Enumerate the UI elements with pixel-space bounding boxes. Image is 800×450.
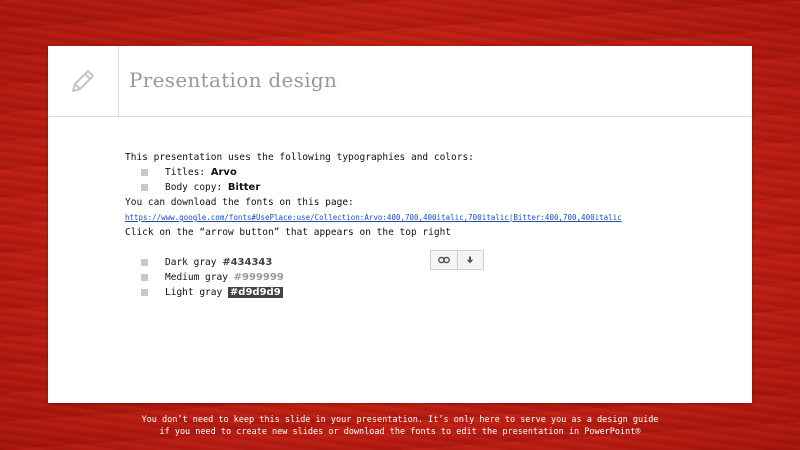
- bullet-square: [141, 259, 148, 266]
- color-item-medium-gray: Medium gray #999999: [125, 270, 622, 285]
- font-item-titles: Titles: Arvo: [125, 165, 622, 180]
- icon-box: [48, 46, 119, 116]
- intro-text: This presentation uses the following typ…: [125, 152, 474, 163]
- bullet-square: [141, 169, 148, 176]
- font-item-body: Body copy: Bitter: [125, 180, 622, 195]
- link-icon: [437, 256, 450, 264]
- arrow-instruction: Click on the “arrow button” that appears…: [125, 227, 452, 238]
- color-label: Medium gray: [165, 272, 234, 283]
- link-button[interactable]: [431, 251, 457, 269]
- pencil-icon: [72, 70, 94, 92]
- toolbar-button-group: [430, 250, 484, 270]
- color-value: #d9d9d9: [227, 287, 283, 298]
- font-label: Body copy:: [165, 182, 228, 193]
- fonts-download-link[interactable]: https://www.google.com/fonts#UsePlace:us…: [125, 213, 622, 222]
- footer-line-1: You don’t need to keep this slide in you…: [141, 415, 659, 425]
- color-label: Dark gray: [165, 257, 223, 268]
- footer-line-2: if you need to create new slides or down…: [159, 427, 641, 437]
- slide-footer: You don’t need to keep this slide in you…: [0, 414, 800, 438]
- color-item-light-gray: Light gray #d9d9d9: [125, 285, 622, 300]
- download-arrow-icon: [467, 256, 474, 264]
- slide-title: Presentation design: [129, 68, 338, 92]
- slide-header: Presentation design: [48, 46, 752, 117]
- font-value: Arvo: [210, 167, 237, 178]
- bullet-square: [141, 184, 148, 191]
- color-value: #999999: [233, 272, 284, 283]
- slide-card: Presentation design This presentation us…: [48, 46, 752, 403]
- color-value: #434343: [222, 257, 273, 268]
- bullet-square: [141, 274, 148, 281]
- font-label: Titles:: [165, 167, 211, 178]
- download-text: You can download the fonts on this page:: [125, 197, 354, 208]
- download-button[interactable]: [456, 251, 484, 269]
- color-label: Light gray: [165, 287, 228, 298]
- bullet-square: [141, 289, 148, 296]
- color-item-dark-gray: Dark gray #434343: [125, 255, 622, 270]
- font-value: Bitter: [227, 182, 261, 193]
- slide-body: This presentation uses the following typ…: [125, 150, 622, 300]
